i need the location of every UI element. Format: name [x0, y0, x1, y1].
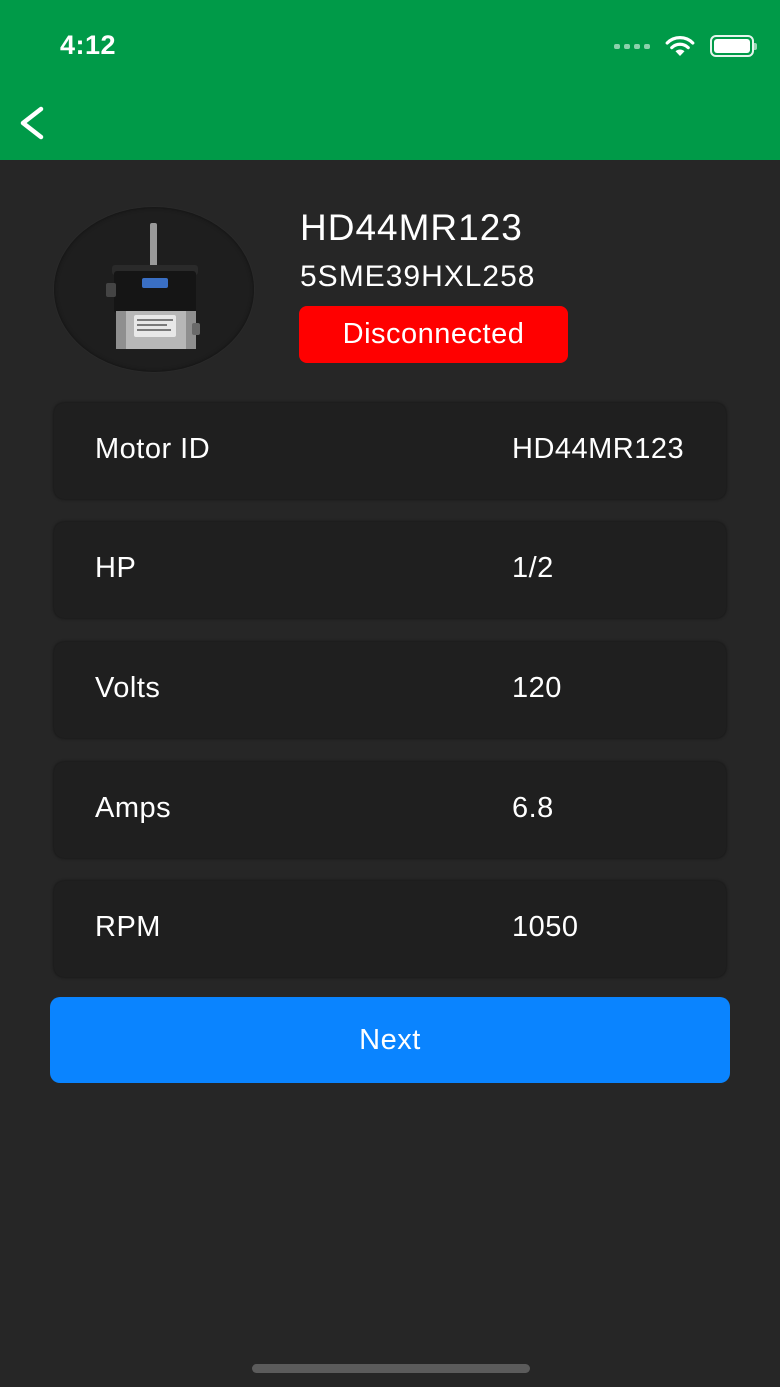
next-button[interactable]: Next [50, 997, 730, 1083]
spec-label: Amps [95, 792, 172, 824]
spec-value: 120 [512, 672, 562, 704]
motor-illustration [106, 223, 200, 349]
status-bar-time: 4:12 [60, 30, 117, 60]
spec-value: HD44MR123 [512, 433, 685, 465]
motor-serial-number: 5SME39HXL258 [300, 260, 536, 293]
home-indicator[interactable] [252, 1364, 530, 1373]
battery-icon [710, 35, 757, 57]
spec-label: Motor ID [95, 433, 211, 465]
cellular-signal-icon [614, 43, 650, 49]
spec-label: HP [95, 552, 137, 584]
spec-label: RPM [95, 911, 161, 943]
spec-row-motor-id: Motor ID HD44MR123 [54, 403, 726, 499]
spec-value: 6.8 [512, 792, 554, 824]
status-bar-icons [614, 34, 757, 58]
back-chevron-icon[interactable] [14, 100, 54, 146]
motor-image [54, 207, 254, 372]
spec-row-amps: Amps 6.8 [54, 762, 726, 858]
spec-row-hp: HP 1/2 [54, 522, 726, 618]
spec-value: 1/2 [512, 552, 554, 584]
spec-value: 1050 [512, 911, 579, 943]
spec-row-volts: Volts 120 [54, 642, 726, 738]
connection-status-badge: Disconnected [299, 306, 568, 363]
spec-label: Volts [95, 672, 161, 704]
motor-model-title: HD44MR123 [300, 207, 523, 248]
spec-row-rpm: RPM 1050 [54, 881, 726, 977]
wifi-icon [665, 36, 695, 56]
top-app-bar: 4:12 [0, 0, 780, 160]
